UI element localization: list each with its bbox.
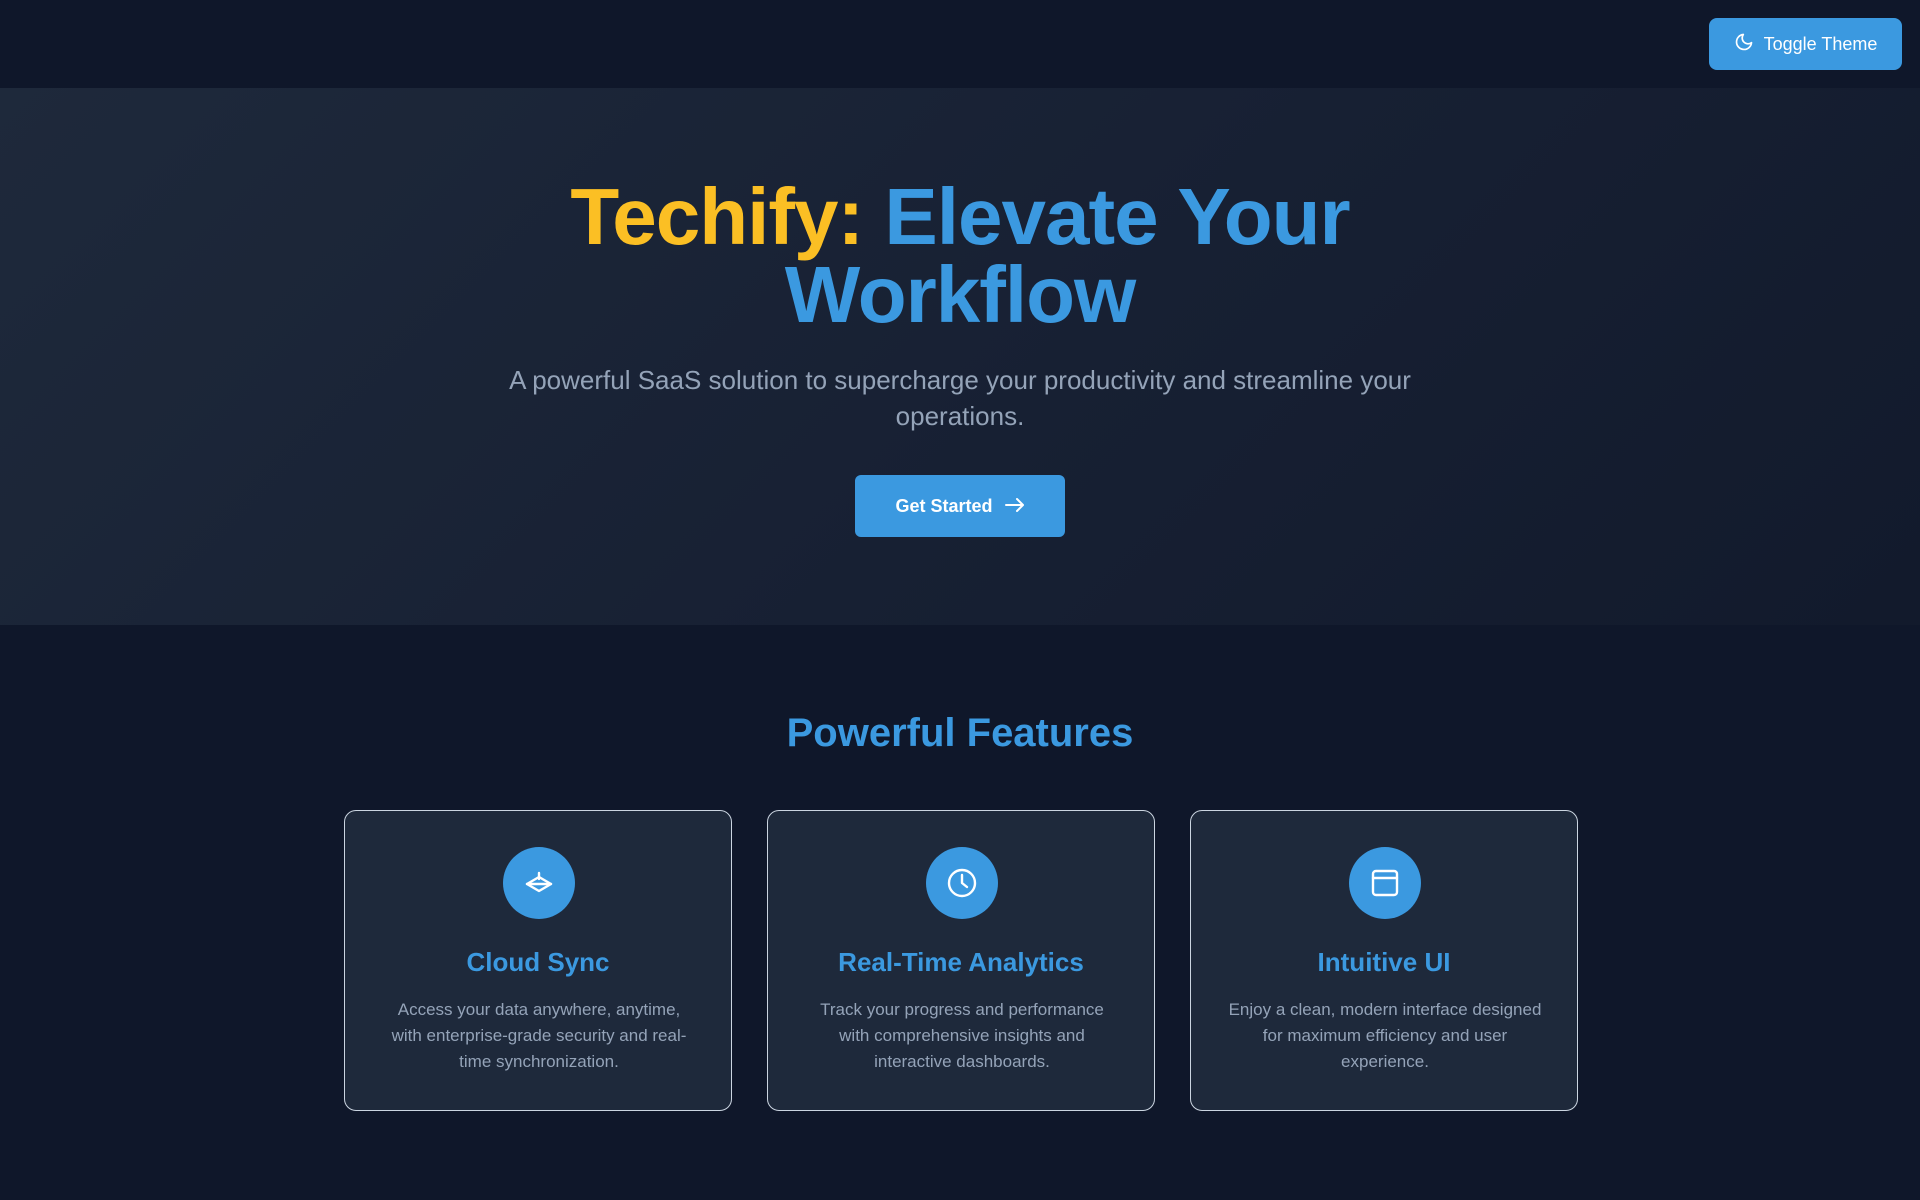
toggle-theme-label: Toggle Theme [1763, 33, 1878, 54]
feature-description: Enjoy a clean, modern interface designed… [1228, 1000, 1542, 1071]
feature-title: Intuitive UI [1317, 947, 1451, 977]
top-bar: Toggle Theme [0, 0, 1920, 88]
features-title: Powerful Features [786, 711, 1134, 755]
arrow-right-icon [1004, 496, 1025, 517]
feature-description: Track your progress and performance with… [820, 1000, 1104, 1071]
hero-title-brand: Techify: [570, 172, 864, 261]
feature-description: Access your data anywhere, anytime, with… [391, 1000, 687, 1071]
feature-card-intuitive-ui: Intuitive UI Enjoy a clean, modern inter… [1190, 810, 1578, 1111]
clock-icon [926, 847, 998, 919]
feature-card-analytics: Real-Time Analytics Track your progress … [767, 810, 1155, 1111]
moon-icon [1734, 32, 1754, 57]
feature-title: Real-Time Analytics [838, 947, 1084, 977]
hero-subtitle: A powerful SaaS solution to supercharge … [509, 365, 1411, 431]
toggle-theme-button[interactable]: Toggle Theme [1709, 18, 1902, 70]
feature-title: Cloud Sync [466, 947, 610, 977]
get-started-label: Get Started [895, 495, 993, 516]
hero-section: Techify: Elevate Your Workflow A powerfu… [0, 88, 1920, 625]
hero-title: Techify: Elevate Your Workflow [460, 177, 1460, 335]
layout-icon [1349, 847, 1421, 919]
get-started-button[interactable]: Get Started [855, 475, 1065, 537]
cloud-sync-icon [503, 847, 575, 919]
hero-title-tagline: Elevate Your Workflow [784, 172, 1351, 339]
feature-card-cloud-sync: Cloud Sync Access your data anywhere, an… [344, 810, 732, 1111]
